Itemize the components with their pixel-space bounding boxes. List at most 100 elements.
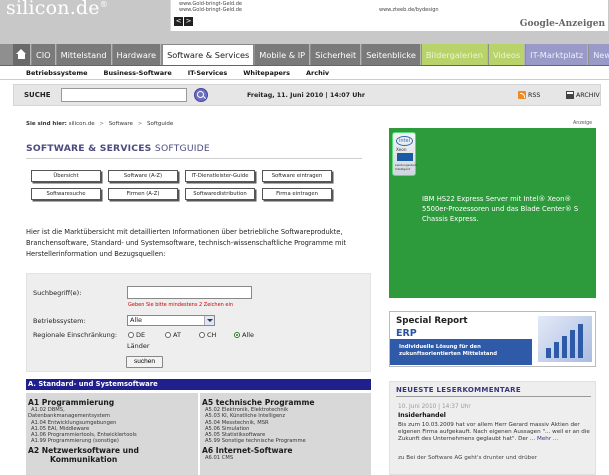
region-extra-label: Länder	[127, 342, 150, 350]
reader-comments-box: NEUESTE LESERKOMMENTARE 10. Juni 2010 | …	[389, 381, 596, 475]
btn-software-eintragen[interactable]: Software eintragen	[262, 170, 332, 182]
region-radio-alle[interactable]: Alle	[234, 331, 254, 339]
ad-next-icon[interactable]: >	[184, 17, 193, 26]
comment-article-link[interactable]: zu Bei der Software AG geht's drunter un…	[398, 455, 537, 461]
nav-cio[interactable]: CIO	[32, 44, 56, 65]
nav-bildergalerien[interactable]: Bildergalerien	[421, 44, 488, 65]
system-label: Betriebssystem:	[33, 317, 86, 325]
sub-nav: Betriebssysteme Business-Software IT-Ser…	[0, 66, 609, 80]
top-ad-link-2[interactable]: www.Gold-bringt-Geld.de	[179, 7, 242, 13]
ad-prev-icon[interactable]: <	[174, 17, 183, 26]
category-heading[interactable]: A2 Netzwerksoftware und	[28, 446, 198, 455]
system-select-value: Alle	[130, 316, 143, 324]
main-nav: CIO Mittelstand Hardware Software & Serv…	[0, 44, 609, 66]
archive-icon	[566, 91, 574, 99]
subnav-it-services[interactable]: IT-Services	[188, 69, 228, 77]
region-option-label: CH	[207, 331, 217, 339]
nav-software-services[interactable]: Software & Services	[162, 44, 255, 65]
nav-it-marktplatz[interactable]: IT-Marktplatz	[526, 44, 589, 65]
region-option-label: DE	[136, 331, 146, 339]
region-label: Regionale Einschränkung:	[33, 331, 118, 339]
guide-buttons-row-1: Übersicht Software (A-Z) IT-Dienstleiste…	[31, 170, 332, 182]
top-ad-link-4[interactable]: www.zteeb.de/bydesign	[379, 7, 439, 13]
subnav-betriebssysteme[interactable]: Betriebssysteme	[26, 69, 88, 77]
special-report-subtitle: Individuelle Lösung für den zukunftsorie…	[399, 344, 498, 357]
breadcrumb: Sie sind hier: silicon.de > Software > S…	[26, 121, 173, 127]
btn-software-az[interactable]: Software (A-Z)	[108, 170, 178, 182]
breadcrumb-item[interactable]: silicon.de	[69, 121, 95, 127]
page-title-sub: SOFTGUIDE	[154, 143, 210, 154]
nav-seitenblicke[interactable]: Seitenblicke	[362, 44, 421, 65]
btn-firmen-az[interactable]: Firmen (A-Z)	[108, 188, 178, 200]
comment-text: Bis zum 10.03.2009 hat vor allem Herr Ge…	[398, 422, 590, 443]
special-report-topic: ERP	[396, 328, 417, 339]
nav-mittelstand[interactable]: Mittelstand	[56, 44, 112, 65]
term-hint: Geben Sie bitte mindestens 2 Zeichen ein	[128, 302, 234, 308]
category-heading[interactable]: A6 Internet-Software	[202, 446, 371, 455]
title-divider	[26, 158, 362, 159]
top-ad-banner: www.Gold-bringt-Geld.de www.Gold-bringt-…	[170, 0, 608, 31]
comment-title-link[interactable]: Insiderhandel	[398, 412, 446, 419]
site-logo[interactable]: silicon.de®	[6, 0, 108, 19]
subnav-whitepapers[interactable]: Whitepapers	[243, 69, 290, 77]
term-label: Suchbegriff(e):	[33, 289, 82, 297]
special-report-erp[interactable]: Special Report ERP Individuelle Lösung f…	[389, 311, 596, 367]
search-bar: SUCHE Freitag, 11. Juni 2010 | 14:07 Uhr…	[13, 84, 601, 106]
category-item[interactable]: A1.99 Programmierung (sonstige)	[31, 438, 198, 444]
comments-divider	[396, 396, 591, 397]
archive-link[interactable]: ARCHIV	[566, 91, 600, 99]
radio-selected-icon	[234, 332, 240, 338]
badge-caption: Leistungsstark Intelligent	[395, 163, 417, 171]
chevron-down-icon	[204, 316, 214, 325]
nav-newsletter[interactable]: Newsletter	[589, 44, 609, 65]
intel-ad-banner[interactable]: intel Xeon Leistungsstark Intelligent IB…	[389, 128, 596, 298]
breadcrumb-item[interactable]: Software	[109, 121, 133, 127]
nav-hardware[interactable]: Hardware	[112, 44, 162, 65]
search-submit-button[interactable]: suchen	[126, 356, 163, 368]
rss-link[interactable]: RSS	[518, 91, 540, 99]
software-search-form: Suchbegriff(e): Geben Sie bitte mindeste…	[26, 273, 371, 372]
radio-icon	[128, 332, 134, 338]
term-input[interactable]	[127, 286, 252, 299]
system-select[interactable]: Alle	[127, 315, 215, 326]
nav-sicherheit[interactable]: Sicherheit	[311, 44, 362, 65]
subnav-archiv[interactable]: Archiv	[306, 69, 329, 77]
ad-label: Anzeige	[573, 121, 593, 126]
region-option-label: Alle	[242, 331, 255, 339]
btn-uebersicht[interactable]: Übersicht	[31, 170, 101, 182]
btn-softwaresuche[interactable]: Softwaresuche	[31, 188, 101, 200]
btn-firma-eintragen[interactable]: Firma eintragen	[262, 188, 332, 200]
subnav-business-software[interactable]: Business-Software	[104, 69, 172, 77]
page-title-main: SOFTWARE & SERVICES	[26, 143, 152, 154]
region-radio-at[interactable]: AT	[165, 331, 181, 339]
nav-videos[interactable]: Videos	[488, 44, 526, 65]
search-input[interactable]	[61, 88, 187, 102]
category-item[interactable]: A6.01 CMS	[205, 455, 371, 461]
region-radio-ch[interactable]: CH	[199, 331, 216, 339]
category-heading[interactable]: A1 Programmierung	[28, 398, 198, 407]
search-icon[interactable]	[194, 88, 208, 102]
current-date: Freitag, 11. Juni 2010 | 14:07 Uhr	[247, 92, 365, 99]
comment-more-link[interactable]: Mehr ...	[537, 436, 558, 442]
search-label: SUCHE	[24, 91, 51, 99]
category-item[interactable]: A5.99 Sonstige technische Programme	[205, 438, 371, 444]
breadcrumb-prefix: Sie sind hier:	[26, 121, 67, 127]
intel-xeon-badge: intel Xeon Leistungsstark Intelligent	[392, 132, 417, 176]
category-heading-continued: Kommunikation	[50, 454, 118, 464]
region-option-label: AT	[173, 331, 181, 339]
google-ads-link[interactable]: Google-Anzeigen	[520, 19, 605, 29]
special-report-title: Special Report	[396, 316, 468, 326]
comments-title: NEUESTE LESERKOMMENTARE	[396, 386, 521, 394]
region-radio-de[interactable]: DE	[128, 331, 145, 339]
nav-mobile-ip[interactable]: Mobile & IP	[255, 44, 311, 65]
category-heading[interactable]: A5 technische Programme	[202, 398, 371, 407]
home-icon	[16, 49, 27, 60]
radio-icon	[165, 332, 171, 338]
site-header: silicon.de® www.Gold-bringt-Geld.de www.…	[0, 0, 609, 44]
btn-softwaredistribution[interactable]: Softwaredistribution	[185, 188, 255, 200]
btn-it-dienstleister-guide[interactable]: IT-Dienstleister-Guide	[185, 170, 255, 182]
breadcrumb-separator-icon: >	[137, 121, 143, 127]
nav-home[interactable]	[13, 44, 31, 65]
comment-body: Bis zum 10.03.2009 hat vor allem Herr Ge…	[398, 422, 590, 444]
category-column-left: A1 Programmierung A1.02 DBMS, Datenbankm…	[26, 393, 198, 475]
